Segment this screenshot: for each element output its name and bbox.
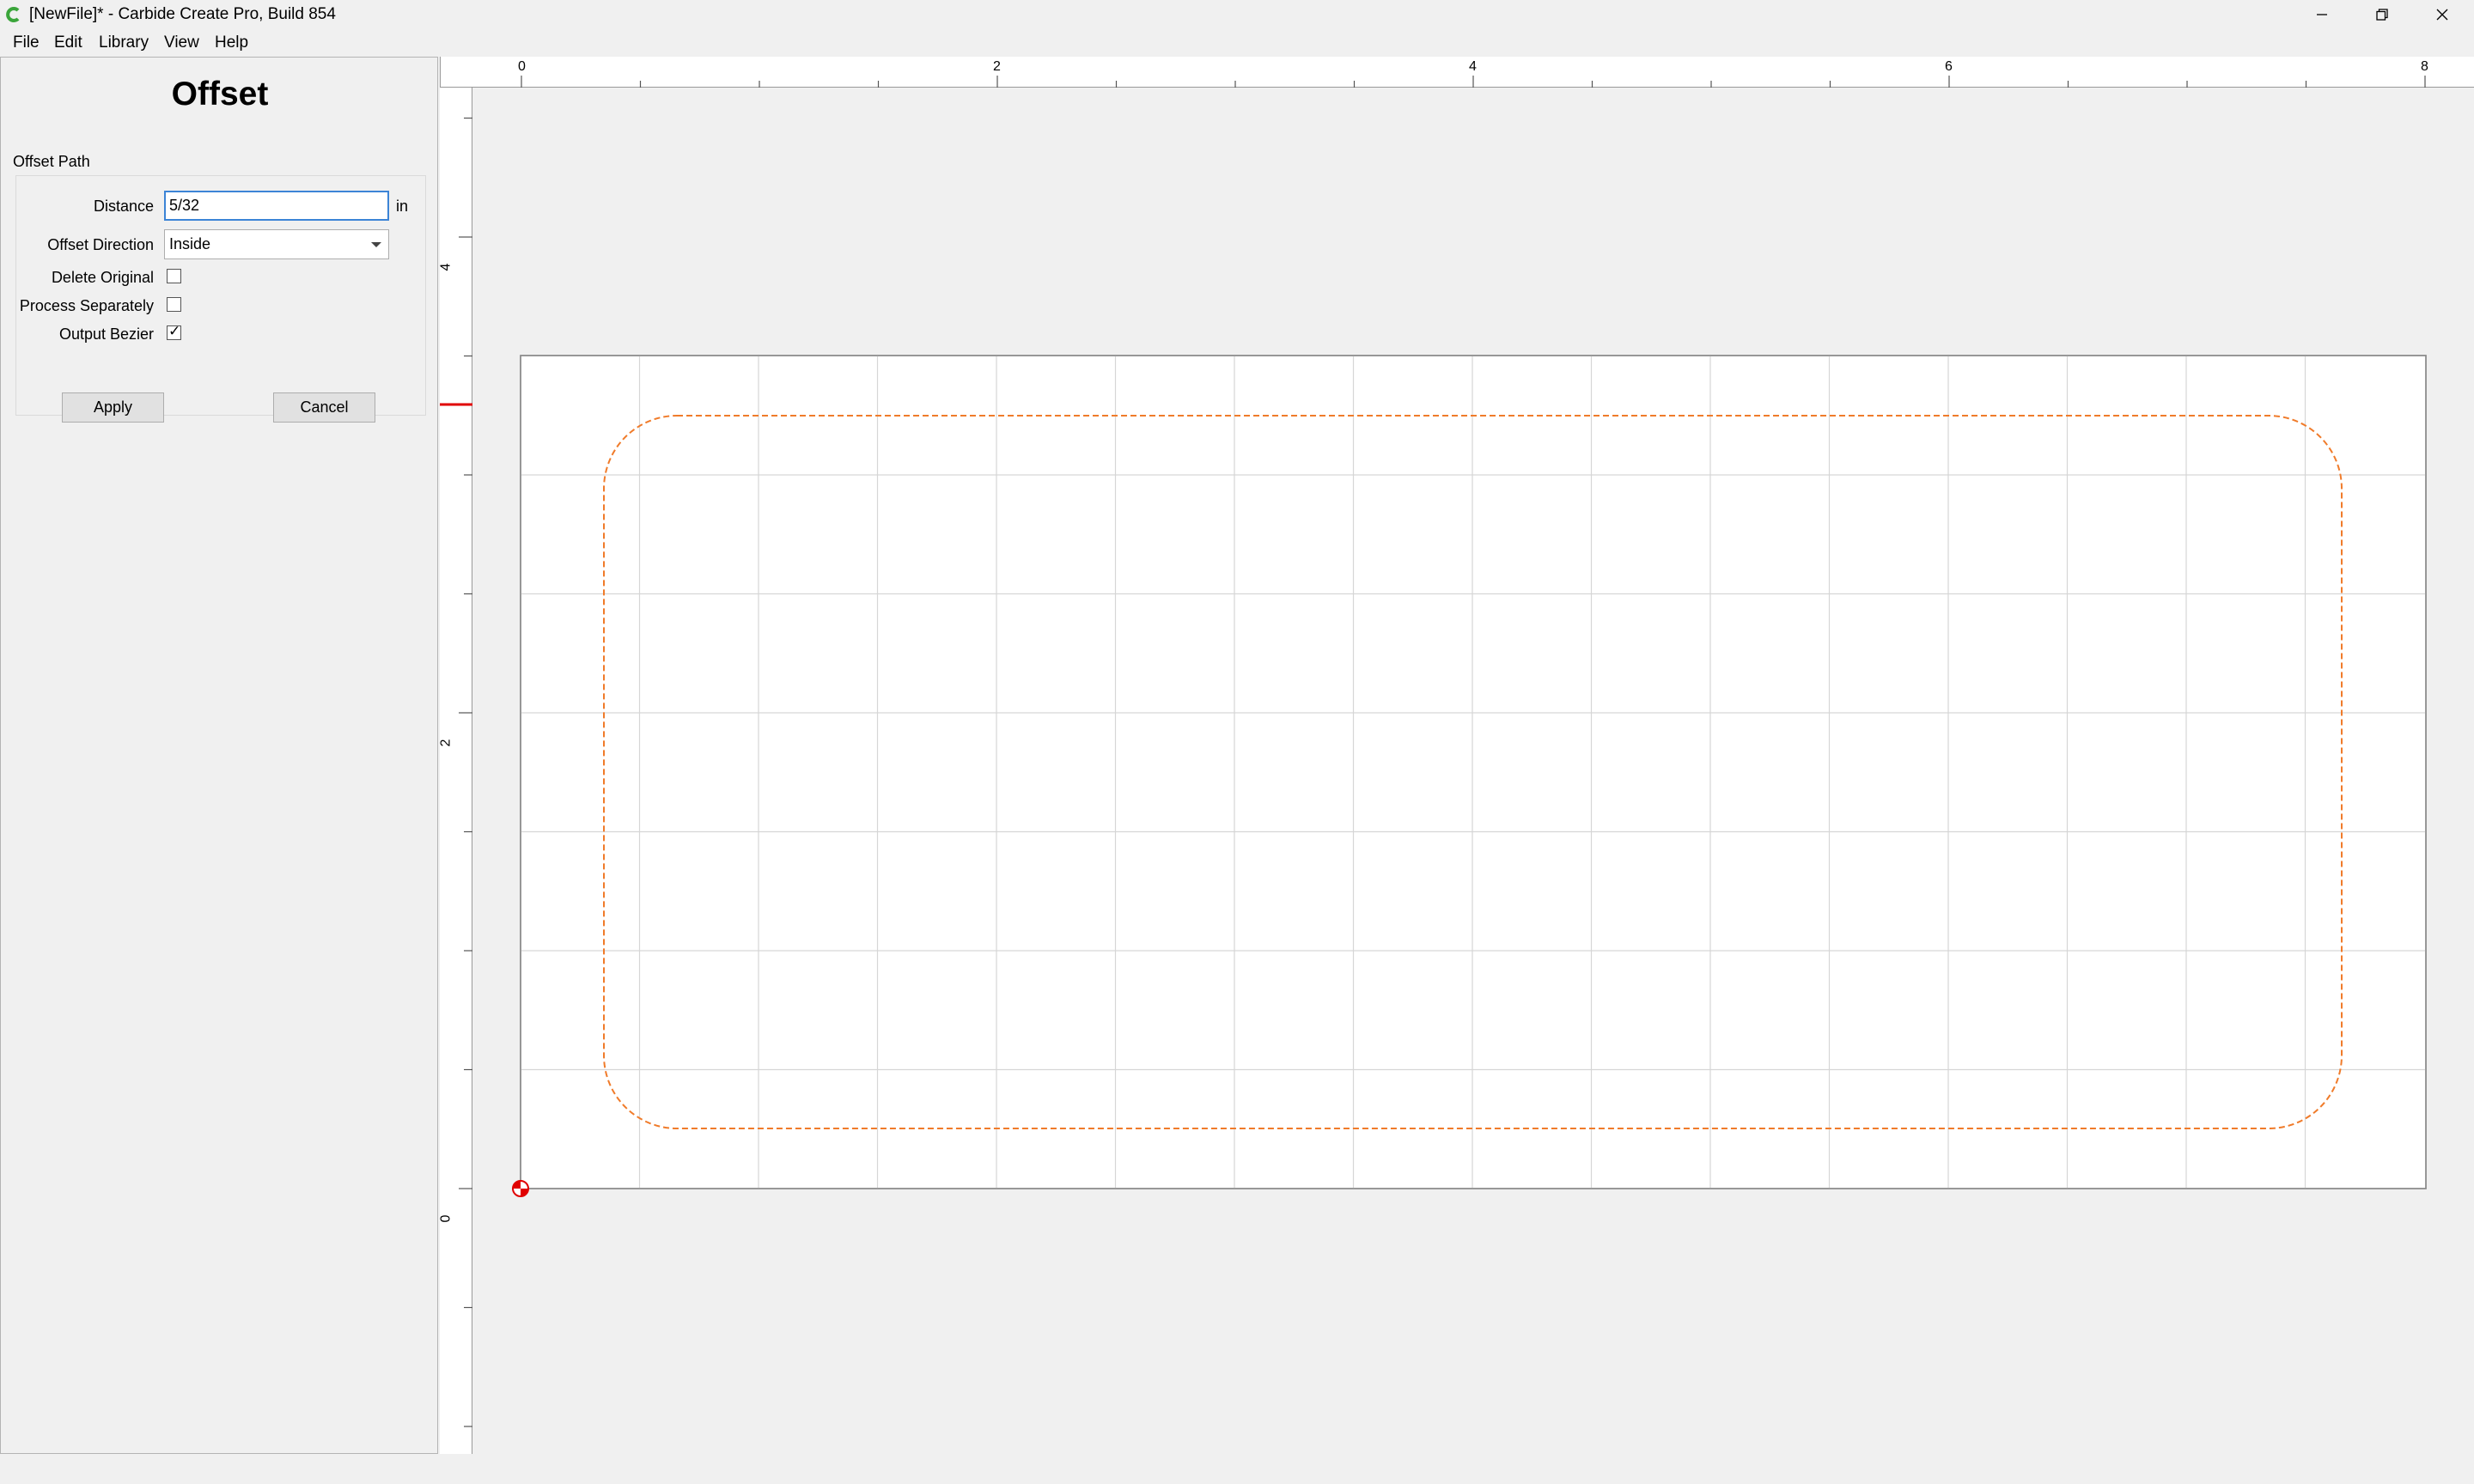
ruler-label-x0: 0: [518, 59, 526, 74]
ruler-label-x4: 4: [1469, 59, 1477, 74]
ruler-label-x2: 2: [993, 59, 1001, 74]
title-bar: [NewFile]* - Carbide Create Pro, Build 8…: [0, 0, 2474, 29]
stock-rectangle[interactable]: [520, 355, 2427, 1189]
checkmark-icon: ✓: [168, 323, 181, 339]
origin-marker-icon: [512, 1180, 529, 1197]
design-canvas[interactable]: 0 2 4 6 8 4 2 0: [438, 57, 2474, 1454]
horizontal-ruler-ticks: [521, 76, 2426, 88]
menu-library[interactable]: Library: [99, 33, 149, 53]
offset-panel: Offset Offset Path Distance 5/32 in Offs…: [0, 57, 438, 1454]
vertical-ruler: 4 2 0: [438, 88, 472, 1454]
ruler-label-y4: 4: [438, 263, 454, 271]
distance-label: Distance: [93, 198, 154, 215]
canvas-drawing[interactable]: [440, 57, 2474, 1454]
offset-direction-select[interactable]: Inside: [164, 229, 389, 259]
close-button[interactable]: [2412, 0, 2472, 29]
minimize-button[interactable]: [2292, 0, 2352, 29]
ruler-label-x8: 8: [2421, 59, 2428, 74]
output-bezier-checkbox[interactable]: ✓: [167, 323, 181, 340]
window-title: [NewFile]* - Carbide Create Pro, Build 8…: [29, 5, 336, 23]
minimize-icon: [2317, 14, 2327, 15]
ruler-label-y2: 2: [438, 739, 454, 747]
menu-view[interactable]: View: [164, 33, 199, 53]
process-separately-checkbox[interactable]: [167, 297, 181, 312]
ruler-label-y0: 0: [438, 1214, 454, 1223]
process-separately-label: Process Separately: [19, 297, 154, 314]
distance-input[interactable]: 5/32: [164, 191, 389, 221]
menu-edit[interactable]: Edit: [54, 33, 82, 53]
chevron-down-icon: [371, 242, 381, 247]
cancel-button[interactable]: Cancel: [273, 392, 375, 423]
restore-icon: [2376, 9, 2388, 21]
menu-file[interactable]: File: [13, 33, 40, 53]
apply-button[interactable]: Apply: [62, 392, 164, 423]
menu-bar: File Edit Library View Help: [0, 29, 2474, 57]
restore-button[interactable]: [2352, 0, 2412, 29]
vertical-ruler-ticks: [440, 117, 472, 1427]
status-bar: [0, 1454, 2474, 1484]
carbide-create-icon: [6, 7, 20, 22]
delete-original-checkbox[interactable]: [167, 269, 181, 283]
panel-title: Offset: [171, 76, 269, 113]
distance-unit: in: [396, 198, 409, 215]
delete-original-label: Delete Original: [51, 269, 154, 286]
close-icon: [2436, 9, 2448, 21]
horizontal-ruler: 0 2 4 6 8: [440, 57, 2474, 88]
offset-path-group-label: Offset Path: [13, 153, 90, 170]
offset-direction-value: Inside: [169, 235, 211, 252]
offset-direction-label: Offset Direction: [47, 236, 154, 253]
output-bezier-label: Output Bezier: [58, 325, 154, 343]
menu-help[interactable]: Help: [215, 33, 248, 53]
ruler-label-x6: 6: [1945, 59, 1953, 74]
